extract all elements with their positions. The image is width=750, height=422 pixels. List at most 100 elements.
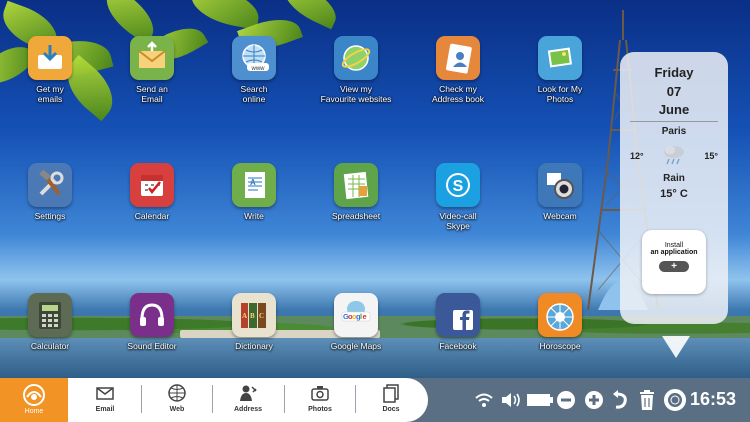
app-dictionary[interactable]: ABC Dictionary <box>204 293 304 351</box>
dock-separator <box>355 385 356 413</box>
app-get-my-emails[interactable]: Get my emails <box>0 36 100 104</box>
dock-photos-label: Photos <box>308 406 332 413</box>
install-label-line2: an application <box>650 249 698 256</box>
app-label: Write <box>244 211 264 221</box>
app-skype[interactable]: S Video-call Skype <box>408 163 508 231</box>
dock-separator <box>284 385 285 413</box>
app-label: Calendar <box>134 211 170 221</box>
app-label: Google Maps <box>330 341 382 351</box>
webcam-icon <box>538 163 582 207</box>
app-webcam[interactable]: Webcam <box>510 163 610 221</box>
clock: 16:53 <box>690 389 737 409</box>
wifi-icon[interactable] <box>474 388 494 412</box>
app-label: Calculator <box>30 341 70 351</box>
app-label: Settings <box>34 211 66 221</box>
app-sound-editor[interactable]: Sound Editor <box>102 293 202 351</box>
home-swirl-icon <box>23 384 45 406</box>
app-label: Look for My Photos <box>537 84 583 104</box>
dock-docs-label: Docs <box>382 406 400 413</box>
app-facebook[interactable]: Facebook <box>408 293 508 351</box>
battery-icon <box>526 388 554 412</box>
weather-high-temp: 15° <box>704 151 718 161</box>
contact-icon <box>240 385 257 401</box>
widget-pointer-arrow <box>662 336 690 358</box>
skype-icon: S <box>436 163 480 207</box>
dock-docs-button[interactable]: Docs <box>360 383 422 413</box>
weather-low-temp: 12° <box>630 151 644 161</box>
app-label: Webcam <box>543 211 577 221</box>
zoom-in-icon[interactable] <box>584 388 604 412</box>
dock-separator <box>141 385 142 413</box>
dock-email-button[interactable]: Email <box>74 383 136 413</box>
weather-temps-row: 12° 15° <box>620 143 728 169</box>
app-calculator[interactable]: Calculator <box>0 293 100 351</box>
app-label: Send an Email <box>136 84 168 104</box>
weather-current-temp: 15° C <box>660 188 688 200</box>
trash-icon[interactable] <box>638 388 656 412</box>
back-arrow-icon[interactable] <box>612 388 630 412</box>
weather-day-number: 07 <box>666 84 682 99</box>
home-button[interactable]: Home <box>0 378 68 422</box>
wrench-hammer-icon <box>28 163 72 207</box>
app-label: Search online <box>240 84 268 104</box>
weather-city: Paris <box>661 126 687 137</box>
app-address-book[interactable]: Check my Address book <box>408 36 508 104</box>
app-label: Get my emails <box>36 84 64 104</box>
app-settings[interactable]: Settings <box>0 163 100 221</box>
app-label: Facebook <box>439 341 477 351</box>
horoscope-icon <box>538 293 582 337</box>
svg-text:A: A <box>242 312 247 320</box>
documents-icon <box>383 384 399 403</box>
zoom-out-icon[interactable] <box>556 388 576 412</box>
app-label: Video-call Skype <box>439 211 477 231</box>
dock-separator <box>212 385 213 413</box>
document-write-icon: A <box>232 163 276 207</box>
dock-address-label: Address <box>233 406 262 413</box>
app-label: Sound Editor <box>127 341 177 351</box>
dock-web-label: Web <box>169 406 185 413</box>
install-label-line1: Install <box>664 242 684 249</box>
rain-cloud-icon <box>661 143 687 169</box>
weather-month: June <box>630 102 718 122</box>
plus-icon: + <box>659 261 689 272</box>
address-book-icon <box>436 36 480 80</box>
globe-www-icon: www <box>232 36 276 80</box>
weather-day-name: Friday <box>654 65 694 80</box>
install-application-button[interactable]: Install an application + <box>642 230 706 294</box>
svg-text:www: www <box>251 66 266 72</box>
app-look-for-photos[interactable]: Look for My Photos <box>510 36 610 104</box>
books-icon: ABC <box>232 293 276 337</box>
app-label: Spreadsheet <box>331 211 381 221</box>
headphones-icon <box>130 293 174 337</box>
app-favourite-websites[interactable]: View my Favourite websites <box>306 36 406 104</box>
dock-web-button[interactable]: Web <box>146 383 208 413</box>
app-google-maps[interactable]: Google Google Maps <box>306 293 406 351</box>
envelope-icon <box>130 36 174 80</box>
weather-widget: Friday 07 June Paris 12° 15° Rain 15° C … <box>620 52 728 324</box>
svg-text:B: B <box>250 312 255 320</box>
app-spreadsheet[interactable]: Spreadsheet <box>306 163 406 221</box>
app-write[interactable]: A Write <box>204 163 304 221</box>
app-horoscope[interactable]: Horoscope <box>510 293 610 351</box>
globe-bookmark-icon <box>334 36 378 80</box>
app-send-an-email[interactable]: Send an Email <box>102 36 202 104</box>
calendar-icon <box>130 163 174 207</box>
app-label: Horoscope <box>539 341 581 351</box>
svg-text:A: A <box>250 178 256 187</box>
home-label: Home <box>24 408 44 415</box>
spreadsheet-icon <box>334 163 378 207</box>
app-label: Dictionary <box>235 341 273 351</box>
dock-address-button[interactable]: Address <box>217 383 279 413</box>
app-label: Check my Address book <box>432 84 484 104</box>
app-label: View my Favourite websites <box>320 84 392 104</box>
weather-condition: Rain <box>663 173 685 184</box>
app-calendar[interactable]: Calendar <box>102 163 202 221</box>
volume-icon[interactable] <box>500 388 522 412</box>
app-search-online[interactable]: www Search online <box>204 36 304 104</box>
calculator-icon <box>28 293 72 337</box>
camera-icon <box>311 386 329 401</box>
facebook-icon <box>436 293 480 337</box>
dock-photos-button[interactable]: Photos <box>289 383 351 413</box>
help-lifebuoy-icon[interactable] <box>664 388 686 412</box>
globe-icon <box>168 384 186 402</box>
